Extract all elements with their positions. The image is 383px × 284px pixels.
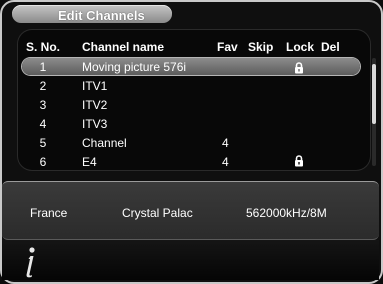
- column-header-fav: Fav: [217, 40, 238, 54]
- info-transmitter: Crystal Palac: [122, 206, 193, 220]
- channel-name: Channel: [82, 136, 127, 150]
- row-number: 2: [39, 79, 47, 93]
- row-number: 3: [39, 98, 47, 112]
- info-icon[interactable]: [22, 246, 38, 278]
- row-number: 4: [39, 117, 47, 131]
- channel-name: ITV1: [82, 79, 108, 93]
- channel-list-panel: [18, 30, 370, 170]
- row-number: 1: [39, 60, 47, 74]
- lock-icon[interactable]: [294, 62, 304, 74]
- column-header-skip: Skip: [248, 40, 274, 54]
- channel-name: ITV2: [82, 98, 108, 112]
- list-scrollbar-thumb[interactable]: [372, 64, 376, 124]
- lock-icon[interactable]: [294, 155, 304, 167]
- channel-name: E4: [82, 155, 97, 169]
- row-number: 6: [39, 155, 47, 169]
- column-header-name: Channel name: [82, 40, 165, 54]
- selected-row-highlight[interactable]: [22, 58, 360, 75]
- column-header-sno: S. No.: [26, 40, 61, 54]
- column-header-lock: Lock: [286, 40, 315, 54]
- channel-name: ITV3: [82, 117, 108, 131]
- info-country: France: [30, 206, 68, 220]
- favourite-value: 4: [222, 136, 229, 150]
- info-frequency: 562000kHz/8M: [246, 206, 327, 220]
- row-number: 5: [39, 136, 47, 150]
- favourite-value: 4: [222, 155, 229, 169]
- channel-name: Moving picture 576i: [82, 60, 187, 74]
- column-header-del: Del: [321, 40, 340, 54]
- window-title: Edit Channels: [58, 8, 145, 23]
- footer-bar: [2, 240, 379, 280]
